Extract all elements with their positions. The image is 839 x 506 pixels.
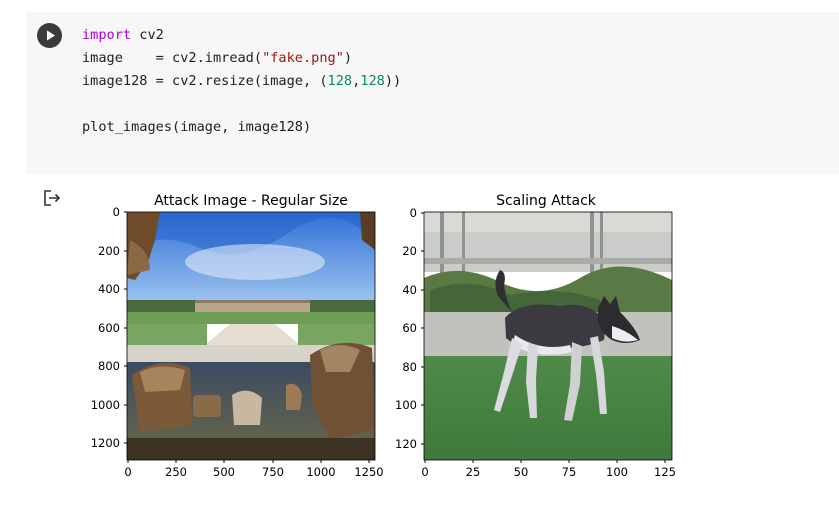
output-figure: Attack Image - Regular Size 0 200 400 60… — [91, 193, 676, 479]
x-tick-label: 1000 — [306, 465, 335, 479]
palace-garden-photo — [127, 212, 375, 460]
y-tick-label: 20 — [402, 244, 417, 258]
x-tick-label: 250 — [165, 465, 187, 479]
y-tick-label: 1200 — [91, 436, 120, 450]
x-tick-label: 0 — [421, 465, 428, 479]
x-tick-label: 0 — [124, 465, 131, 479]
y-tick-label: 600 — [98, 321, 120, 335]
y-tick-label: 80 — [402, 360, 417, 374]
plot-title-attack: Attack Image - Regular Size — [154, 193, 348, 209]
x-tick-label: 500 — [213, 465, 235, 479]
x-tick-label: 750 — [262, 465, 284, 479]
y-tick-label: 0 — [410, 206, 417, 220]
y-tick-label: 100 — [395, 398, 417, 412]
plot1-x-axis: 0 250 500 750 1000 1250 — [124, 460, 384, 479]
x-tick-label: 25 — [466, 465, 481, 479]
y-tick-label: 0 — [113, 205, 120, 219]
y-tick-label: 400 — [98, 282, 120, 296]
y-tick-label: 200 — [98, 244, 120, 258]
husky-dog-photo — [424, 212, 672, 460]
x-tick-label: 75 — [562, 465, 577, 479]
y-tick-label: 1000 — [91, 398, 120, 412]
x-tick-label: 100 — [606, 465, 628, 479]
x-tick-label: 50 — [514, 465, 529, 479]
plot-title-scaling: Scaling Attack — [496, 193, 597, 209]
plot2-x-axis: 0 25 50 75 100 125 — [421, 460, 676, 479]
y-tick-label: 800 — [98, 359, 120, 373]
y-tick-label: 40 — [402, 283, 417, 297]
y-tick-label: 120 — [395, 437, 417, 451]
x-tick-label: 1250 — [354, 465, 383, 479]
y-tick-label: 60 — [402, 321, 417, 335]
plot2-y-axis: 0 20 40 60 80 100 120 — [395, 206, 424, 451]
plot1-y-axis: 0 200 400 600 800 1000 1200 — [91, 205, 127, 450]
x-tick-label: 125 — [654, 465, 676, 479]
